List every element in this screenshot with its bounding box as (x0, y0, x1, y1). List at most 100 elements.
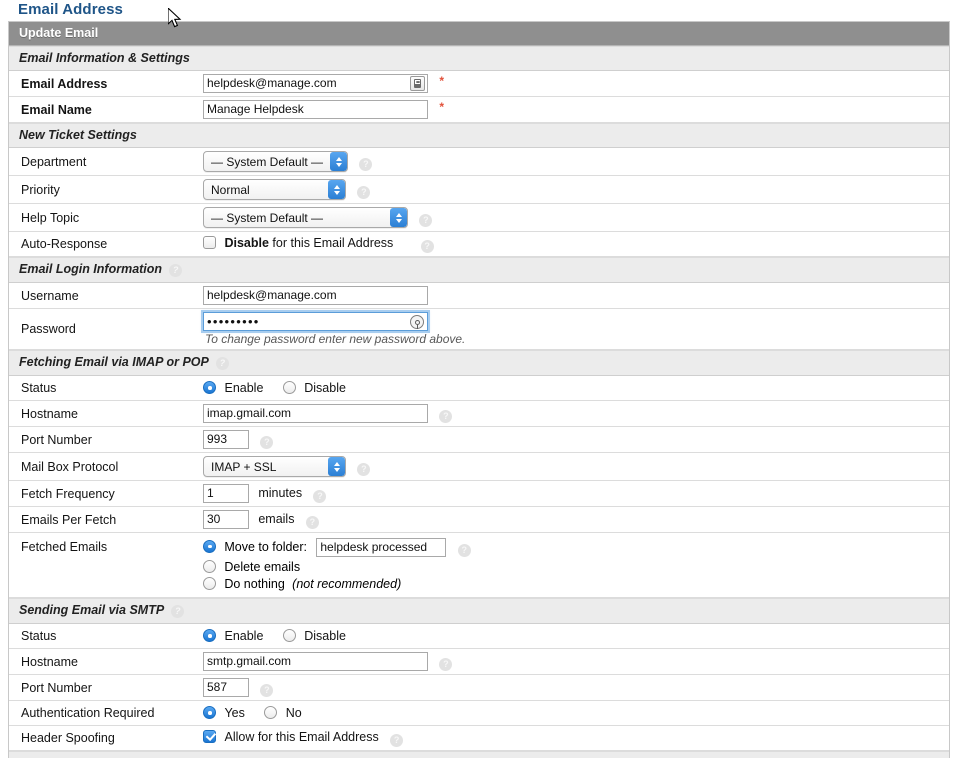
panel-header-label: Update Email (9, 21, 949, 46)
auto-response-label: Auto-Response (9, 232, 199, 257)
smtp-hostname-input[interactable]: smtp.gmail.com (203, 652, 428, 671)
department-select[interactable]: — System Default — (203, 151, 348, 172)
header-spoofing-checkbox[interactable] (203, 729, 216, 743)
password-input[interactable]: ••••••••• (201, 310, 430, 333)
internal-notes-row: Internal Notes: Admin's notes. (9, 751, 949, 758)
password-field-cell: ••••••••• To change password enter new p… (199, 309, 949, 350)
smtp-port-input[interactable]: 587 (203, 678, 249, 697)
help-topic-select[interactable]: — System Default — (203, 207, 408, 228)
department-field-cell: — System Default — ? (199, 148, 949, 176)
mailbox-protocol-field-cell: IMAP + SSL ? (199, 453, 949, 481)
department-label: Department (9, 148, 199, 176)
priority-select[interactable]: Normal (203, 179, 346, 200)
help-icon[interactable]: ? (419, 213, 433, 227)
fetched-delete-label: Delete emails (224, 560, 301, 574)
panel-header: Update Email (9, 21, 949, 46)
chevron-updown-icon (330, 152, 347, 171)
chevron-updown-icon (390, 208, 407, 227)
password-input-wrapper: ••••••••• (201, 310, 430, 333)
username-input[interactable]: helpdesk@manage.com (203, 286, 428, 305)
fetch-status-disable-radio[interactable] (282, 381, 296, 394)
smtp-status-disable-radio[interactable] (282, 629, 296, 642)
email-address-field-cell: helpdesk@manage.com * (199, 71, 949, 97)
smtp-status-enable-option[interactable]: Enable (203, 629, 263, 643)
fetch-port-input[interactable]: 993 (203, 430, 249, 449)
auth-required-label: Authentication Required (9, 701, 199, 726)
section-header-fetching: Fetching Email via IMAP or POP? (9, 350, 949, 376)
emails-per-fetch-input[interactable]: 30 (203, 510, 249, 529)
auto-response-checkbox[interactable] (203, 235, 216, 249)
mailbox-protocol-label: Mail Box Protocol (9, 453, 199, 481)
auth-yes-radio[interactable] (203, 706, 216, 719)
help-icon[interactable]: ? (260, 435, 274, 449)
fetched-folder-input[interactable]: helpdesk processed (316, 538, 447, 557)
fetch-frequency-label: Fetch Frequency (9, 481, 199, 507)
row-smtp-port: Port Number 587 ? (9, 675, 949, 701)
fetch-status-enable-option[interactable]: Enable (203, 381, 263, 395)
section-header-info-label: Email Information & Settings (9, 46, 949, 71)
row-password: Password ••••••••• To change password en… (9, 309, 949, 350)
mailbox-protocol-select-value: IMAP + SSL (211, 459, 277, 474)
header-spoofing-label: Header Spoofing (9, 726, 199, 751)
help-icon[interactable]: ? (215, 357, 229, 370)
fetch-frequency-input[interactable]: 1 (203, 484, 249, 503)
fetch-status-label: Status (9, 376, 199, 401)
mailbox-protocol-select[interactable]: IMAP + SSL (203, 456, 346, 477)
row-emails-per-fetch: Emails Per Fetch 30 emails ? (9, 507, 949, 533)
fetch-hostname-field-cell: imap.gmail.com ? (199, 401, 949, 427)
fetched-donothing-radio[interactable] (203, 577, 216, 590)
fetch-status-enable-radio[interactable] (203, 381, 216, 394)
fetched-delete-radio[interactable] (203, 560, 216, 573)
help-icon[interactable]: ? (171, 605, 185, 618)
help-icon[interactable]: ? (357, 462, 371, 476)
section-header-sending-label: Sending Email via SMTP (19, 603, 165, 617)
smtp-status-enable-radio[interactable] (203, 629, 216, 642)
row-department: Department — System Default — ? (9, 148, 949, 176)
help-icon[interactable]: ? (305, 515, 319, 529)
key-icon[interactable] (410, 315, 424, 329)
header-spoofing-option[interactable]: Allow for this Email Address (203, 729, 379, 744)
fetch-hostname-input[interactable]: imap.gmail.com (203, 404, 428, 423)
smtp-status-label: Status (9, 624, 199, 649)
fetched-delete-option[interactable]: Delete emails (203, 560, 949, 574)
email-address-input[interactable]: helpdesk@manage.com (203, 74, 428, 93)
fetched-move-option[interactable]: Move to folder: helpdesk processed ? (203, 538, 949, 557)
email-name-input[interactable]: Manage Helpdesk (203, 100, 428, 119)
help-icon[interactable]: ? (169, 264, 183, 277)
row-email-name: Email Name Manage Helpdesk * (9, 97, 949, 123)
help-icon[interactable]: ? (420, 239, 434, 253)
help-icon[interactable]: ? (359, 157, 373, 171)
auto-response-option-bold: Disable (224, 235, 269, 250)
row-header-spoofing: Header Spoofing Allow for this Email Add… (9, 726, 949, 751)
auto-response-disable-option[interactable]: Disable for this Email Address (203, 235, 394, 250)
help-icon[interactable]: ? (357, 185, 371, 199)
help-icon[interactable]: ? (457, 543, 471, 557)
help-icon[interactable]: ? (439, 657, 453, 671)
chevron-updown-icon (328, 180, 345, 199)
help-icon[interactable]: ? (439, 409, 453, 423)
help-icon[interactable]: ? (260, 683, 274, 697)
auto-response-option-rest: for this Email Address (268, 235, 394, 250)
auth-no-option[interactable]: No (264, 706, 302, 720)
header-spoofing-field-cell: Allow for this Email Address ? (199, 726, 949, 751)
contact-card-icon[interactable] (410, 76, 425, 91)
email-name-field-cell: Manage Helpdesk * (199, 97, 949, 123)
row-fetch-frequency: Fetch Frequency 1 minutes ? (9, 481, 949, 507)
priority-field-cell: Normal ? (199, 176, 949, 204)
fetched-donothing-option[interactable]: Do nothing (not recommended) (203, 577, 949, 591)
section-header-fetching-label: Fetching Email via IMAP or POP (19, 355, 209, 369)
help-icon[interactable]: ? (390, 733, 404, 747)
department-select-value: — System Default — (211, 154, 324, 169)
row-fetch-port: Port Number 993 ? (9, 427, 949, 453)
auth-no-radio[interactable] (264, 706, 278, 719)
auth-yes-option[interactable]: Yes (203, 706, 245, 720)
fetched-move-radio[interactable] (203, 539, 216, 553)
email-address-input-value: helpdesk@manage.com (207, 76, 337, 90)
password-hint: To change password enter new password ab… (205, 332, 466, 346)
update-email-form: Update Email Email Information & Setting… (8, 21, 950, 758)
smtp-status-disable-option[interactable]: Disable (282, 629, 346, 643)
section-header-sending-cell: Sending Email via SMTP? (9, 598, 949, 624)
help-icon[interactable]: ? (313, 489, 327, 503)
fetch-status-disable-option[interactable]: Disable (282, 381, 346, 395)
row-fetched-emails: Fetched Emails Move to folder: helpdesk … (9, 533, 949, 598)
